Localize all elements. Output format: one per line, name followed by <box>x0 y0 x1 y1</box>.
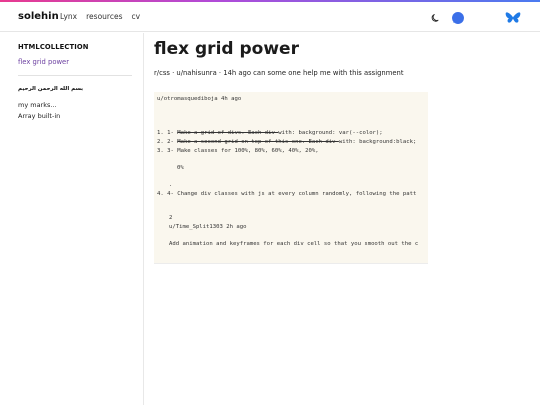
sidebar-title: HTMLCOLLECTION <box>18 43 89 51</box>
sidebar-item-array-built-in[interactable]: Array built-in <box>18 112 60 120</box>
code-line-1-prefix: 1. 1- <box>157 130 178 136</box>
code-line-2-struck: Make a second grid on top of this one. E… <box>177 139 339 145</box>
site-brand[interactable]: solehin <box>18 11 59 22</box>
main-nav: Lynx resources cv <box>60 12 140 21</box>
page-title: flex grid power <box>154 39 299 59</box>
moon-icon[interactable] <box>431 13 441 23</box>
sidebar-item-flex-grid-power[interactable]: flex grid power <box>18 58 69 66</box>
code-line-2-prefix: 2. 2- <box>157 139 178 145</box>
sidebar: HTMLCOLLECTION flex grid power بسم الله … <box>0 33 144 405</box>
code-reply-text: Add animation and keyframes for each div… <box>169 241 419 247</box>
code-line-2: 2. 2- Make a second grid on top of this … <box>157 139 416 145</box>
code-line-3: 3. 3- Make classes for 100%, 80%, 60%, 4… <box>157 148 319 154</box>
code-line-2-rest: with: background:black; <box>338 139 417 145</box>
nav-link-resources[interactable]: resources <box>86 12 122 21</box>
nav-link-lynx[interactable]: Lynx <box>60 12 77 21</box>
post-meta: r/css · u/nahisunra · 14h ago can some o… <box>154 69 404 77</box>
code-block: u/otromasquediboja 4h ago 1. 1- Make a g… <box>154 92 428 263</box>
sidebar-item-my-marks[interactable]: my marks... <box>18 101 57 109</box>
butterfly-icon[interactable] <box>505 11 521 25</box>
code-block-divider <box>154 263 428 264</box>
code-line-4: 4. 4- Change div classes with js at ever… <box>157 191 417 197</box>
chat-bubble-icon[interactable] <box>451 11 465 25</box>
code-user-line: u/otromasquediboja 4h ago <box>157 96 242 102</box>
sidebar-divider <box>18 75 132 76</box>
code-number: 2 <box>169 215 173 221</box>
main-content: flex grid power r/css · u/nahisunra · 14… <box>145 33 540 405</box>
sidebar-bismillah: بسم الله الرحمن الرحيم <box>18 86 84 92</box>
code-line-1-struck: Make a grid of divs. Each div <box>177 130 279 136</box>
code-line-1-rest: with: background: var(--color); <box>278 130 383 136</box>
top-navbar: solehin Lynx resources cv <box>0 2 540 32</box>
nav-link-cv[interactable]: cv <box>131 12 140 21</box>
code-reply-user: u/Time_Split1303 2h ago <box>169 224 247 230</box>
code-percent: 0% <box>177 165 184 171</box>
code-line-1: 1. 1- Make a grid of divs. Each div with… <box>157 130 383 136</box>
code-dot: . <box>169 182 173 188</box>
